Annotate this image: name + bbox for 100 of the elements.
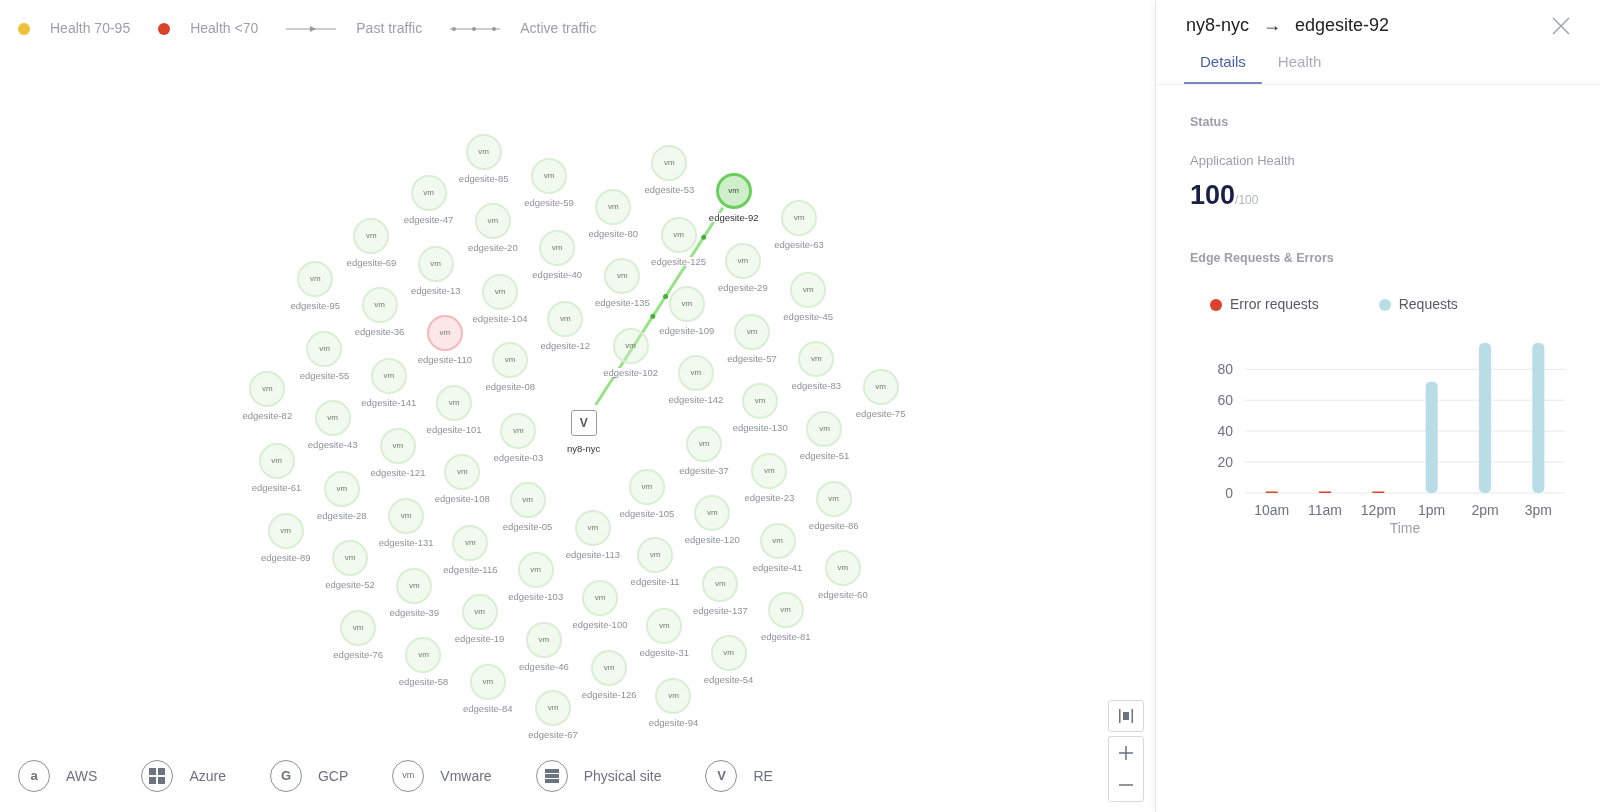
vm-node[interactable]: vm xyxy=(724,243,761,280)
vm-node[interactable]: vm xyxy=(574,509,611,546)
vm-node[interactable]: vm xyxy=(582,579,618,616)
vm-node[interactable]: vm xyxy=(651,145,688,182)
vm-node[interactable]: vm xyxy=(655,677,692,714)
vm-node[interactable]: vm xyxy=(396,567,433,604)
node-label: edgesite-104 xyxy=(471,313,529,324)
vm-node[interactable]: vm xyxy=(790,271,827,308)
node-label: edgesite-12 xyxy=(539,341,592,351)
vm-node[interactable]: vm xyxy=(806,410,843,447)
vm-node[interactable]: vm xyxy=(715,172,752,209)
vm-node[interactable]: vm xyxy=(780,200,817,237)
node-label: edgesite-82 xyxy=(241,410,294,421)
vm-node[interactable]: vm xyxy=(353,217,390,254)
legend-label: Active traffic xyxy=(520,19,597,38)
vm-node[interactable]: vm xyxy=(535,690,572,727)
y-tick-label: 60 xyxy=(1217,392,1233,409)
node-label: edgesite-110 xyxy=(416,354,473,365)
node-label: edgesite-43 xyxy=(306,440,359,450)
fit-view-button[interactable] xyxy=(1108,700,1144,732)
node-label: edgesite-76 xyxy=(332,649,384,660)
node-label: edgesite-13 xyxy=(409,286,462,296)
vm-node[interactable]: vm xyxy=(306,330,343,367)
vm-node[interactable]: vm xyxy=(824,550,861,587)
vm-node[interactable]: vm xyxy=(862,368,899,405)
vm-node[interactable]: vm xyxy=(452,524,489,561)
vm-node[interactable]: vm xyxy=(646,607,683,644)
vm-node[interactable]: vm xyxy=(258,443,295,480)
vm-node[interactable]: vm xyxy=(469,663,506,700)
node-label: edgesite-101 xyxy=(425,425,483,435)
vm-node[interactable]: vm xyxy=(751,453,788,490)
provider-label: Physical site xyxy=(583,766,662,786)
node-label: edgesite-59 xyxy=(523,197,575,207)
vm-node[interactable]: vm xyxy=(595,189,632,226)
vm-node[interactable]: vm xyxy=(426,314,463,351)
vm-node[interactable]: vm xyxy=(474,203,511,240)
vm-node[interactable]: vm xyxy=(759,522,796,559)
vm-node[interactable]: vm xyxy=(668,286,705,323)
node-label: edgesite-19 xyxy=(453,634,506,644)
vm-node[interactable]: vm xyxy=(637,537,674,574)
vm-node[interactable]: vm xyxy=(323,470,360,507)
vm-node[interactable]: vm xyxy=(461,594,498,631)
vm-node[interactable]: vm xyxy=(388,498,425,535)
legend-label: Past traffic xyxy=(356,19,423,38)
vm-node[interactable]: vm xyxy=(525,621,562,658)
vm-node[interactable]: vm xyxy=(340,609,377,646)
vm-node[interactable]: vm xyxy=(417,246,454,283)
vm-node[interactable]: vm xyxy=(702,565,739,602)
vm-node[interactable]: vm xyxy=(249,370,286,407)
vm-node[interactable]: vm xyxy=(686,425,723,462)
vm-node[interactable]: vm xyxy=(628,468,665,505)
legend-label: Health 70-95 xyxy=(50,19,131,38)
vm-node[interactable]: vm xyxy=(492,342,529,379)
vm-node[interactable]: vm xyxy=(798,341,835,378)
vm-node[interactable]: vm xyxy=(332,540,368,577)
vm-node[interactable]: vm xyxy=(465,134,502,171)
vm-node[interactable]: vm xyxy=(694,495,731,532)
node-label: edgesite-120 xyxy=(683,535,741,545)
vm-node[interactable]: vm xyxy=(677,355,714,392)
vm-node[interactable]: vm xyxy=(444,454,481,491)
node-label: edgesite-53 xyxy=(643,185,696,195)
vm-node[interactable]: vm xyxy=(509,482,546,518)
panel-tab[interactable]: Details xyxy=(1184,51,1262,84)
vm-node[interactable]: vm xyxy=(410,174,447,211)
node-label: edgesite-103 xyxy=(507,592,565,602)
node-label: edgesite-126 xyxy=(580,690,638,700)
node-label: edgesite-130 xyxy=(731,423,789,433)
node-label: edgesite-135 xyxy=(593,297,651,307)
vm-node[interactable]: vm xyxy=(370,357,407,394)
vm-node[interactable]: vm xyxy=(361,287,398,324)
vm-node[interactable]: vm xyxy=(547,301,584,338)
vm-node[interactable]: vm xyxy=(710,635,747,672)
node-label: edgesite-23 xyxy=(743,493,796,503)
vm-node[interactable]: vm xyxy=(539,229,576,266)
x-tick-label: 12pm xyxy=(1360,502,1396,518)
vm-node[interactable]: vm xyxy=(267,512,304,549)
vm-node[interactable]: vm xyxy=(379,427,416,464)
node-label: edgesite-92 xyxy=(707,212,760,223)
vm-node[interactable]: vm xyxy=(436,385,473,422)
vm-node[interactable]: vm xyxy=(482,273,518,310)
health-score: 100 xyxy=(1190,178,1236,212)
vm-node[interactable]: vm xyxy=(500,412,537,449)
vm-node[interactable]: vm xyxy=(591,650,628,687)
fit-view-icon xyxy=(1118,708,1134,724)
vm-node[interactable]: vm xyxy=(517,552,554,589)
vm-node[interactable]: vm xyxy=(297,260,334,297)
vm-node[interactable]: vm xyxy=(742,383,779,419)
vm-node[interactable]: vm xyxy=(660,216,697,253)
close-button[interactable] xyxy=(1552,16,1570,35)
vm-node[interactable]: vm xyxy=(314,400,351,437)
section-heading: Status xyxy=(1190,113,1230,131)
vm-node[interactable]: vm xyxy=(530,157,567,194)
health-max: /100 xyxy=(1235,192,1259,209)
vm-node[interactable]: vm xyxy=(734,313,771,350)
vm-node[interactable]: vm xyxy=(767,592,804,629)
vm-node[interactable]: vm xyxy=(815,480,852,517)
router-node[interactable]: V xyxy=(570,410,597,437)
vm-node[interactable]: vm xyxy=(405,637,442,674)
vm-node[interactable]: vm xyxy=(604,257,641,294)
x-tick-label: 10am xyxy=(1254,502,1290,518)
